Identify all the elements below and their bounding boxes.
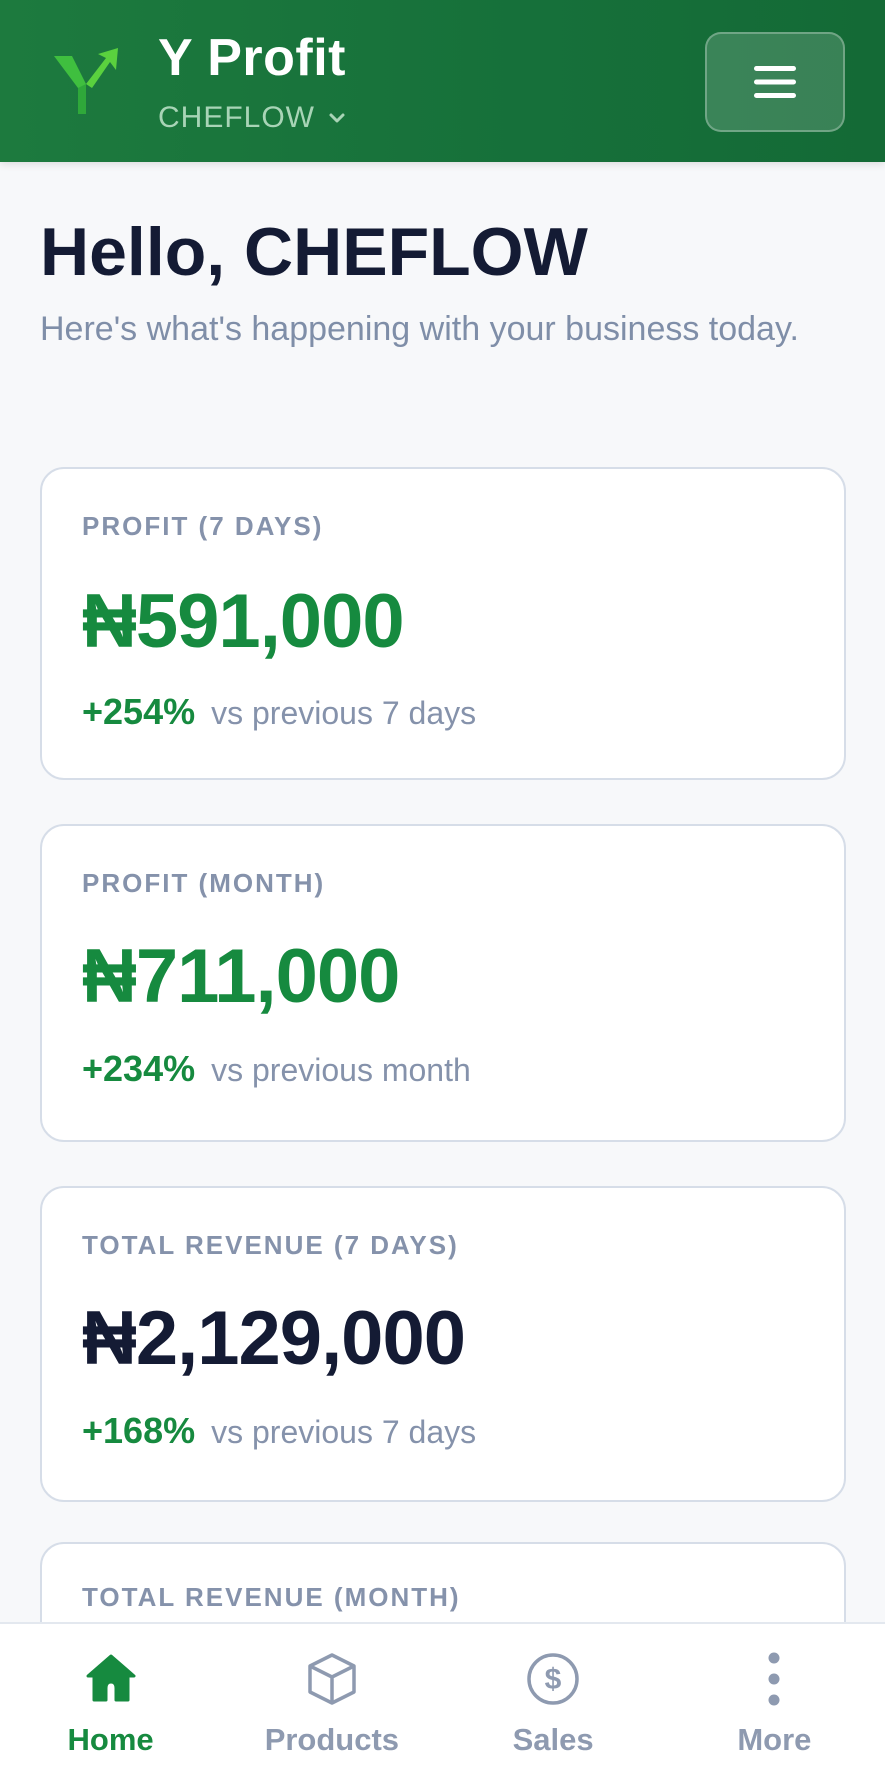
chevron-down-icon bbox=[329, 113, 345, 123]
change-percent: +168% bbox=[82, 1410, 196, 1451]
more-vertical-icon bbox=[768, 1652, 780, 1706]
nav-label: Sales bbox=[512, 1722, 594, 1757]
change-percent: +254% bbox=[82, 691, 196, 732]
y-profit-logo-icon bbox=[54, 48, 118, 114]
brand-title: Y Profit bbox=[158, 29, 346, 87]
change-comparison: vs previous 7 days bbox=[211, 1414, 477, 1450]
menu-button[interactable] bbox=[705, 32, 845, 132]
nav-label: Home bbox=[67, 1722, 154, 1757]
dollar-circle-icon: $ bbox=[527, 1653, 579, 1705]
nav-label: More bbox=[737, 1722, 812, 1757]
card-change: +168% vs previous 7 days bbox=[82, 1410, 476, 1452]
greeting-subtitle: Here's what's happening with your busine… bbox=[40, 310, 799, 348]
nav-item-products[interactable]: Products bbox=[221, 1624, 442, 1777]
greeting-heading: Hello, CHEFLOW bbox=[40, 214, 588, 290]
app-root: Y Profit CHEFLOW Hello, CHEFLOW Here's w… bbox=[0, 0, 885, 1777]
card-change: +254% vs previous 7 days bbox=[82, 691, 476, 733]
profit-month-card[interactable]: PROFIT (MONTH) ₦711,000 +234% vs previou… bbox=[40, 824, 846, 1142]
card-label: TOTAL REVENUE (7 DAYS) bbox=[82, 1230, 459, 1260]
nav-item-sales[interactable]: $ Sales bbox=[443, 1624, 664, 1777]
total-revenue-month-card[interactable]: TOTAL REVENUE (MONTH) bbox=[40, 1542, 846, 1622]
bottom-navigation: Home Products $ Sales More bbox=[0, 1622, 885, 1777]
card-label: TOTAL REVENUE (MONTH) bbox=[82, 1582, 461, 1612]
card-value: ₦2,129,000 bbox=[82, 1296, 466, 1381]
profit-7-days-card[interactable]: PROFIT (7 DAYS) ₦591,000 +254% vs previo… bbox=[40, 467, 846, 780]
card-label: PROFIT (7 DAYS) bbox=[82, 511, 324, 541]
nav-item-more[interactable]: More bbox=[664, 1624, 885, 1777]
card-value: ₦711,000 bbox=[82, 934, 400, 1019]
change-comparison: vs previous month bbox=[211, 1052, 471, 1088]
card-label: PROFIT (MONTH) bbox=[82, 868, 326, 898]
change-comparison: vs previous 7 days bbox=[211, 695, 477, 731]
card-change: +234% vs previous month bbox=[82, 1048, 471, 1090]
hamburger-menu-icon bbox=[754, 66, 796, 98]
home-icon bbox=[86, 1654, 136, 1702]
business-name: CHEFLOW bbox=[158, 101, 315, 134]
card-value: ₦591,000 bbox=[82, 579, 405, 664]
business-switcher[interactable]: CHEFLOW bbox=[158, 98, 347, 138]
nav-label: Products bbox=[264, 1722, 400, 1757]
box-icon bbox=[308, 1653, 356, 1705]
dashboard-content[interactable]: Hello, CHEFLOW Here's what's happening w… bbox=[0, 162, 885, 1622]
svg-text:$: $ bbox=[545, 1663, 562, 1696]
nav-item-home[interactable]: Home bbox=[0, 1624, 221, 1777]
change-percent: +234% bbox=[82, 1048, 196, 1089]
total-revenue-7-days-card[interactable]: TOTAL REVENUE (7 DAYS) ₦2,129,000 +168% … bbox=[40, 1186, 846, 1502]
app-header: Y Profit CHEFLOW bbox=[0, 0, 885, 162]
